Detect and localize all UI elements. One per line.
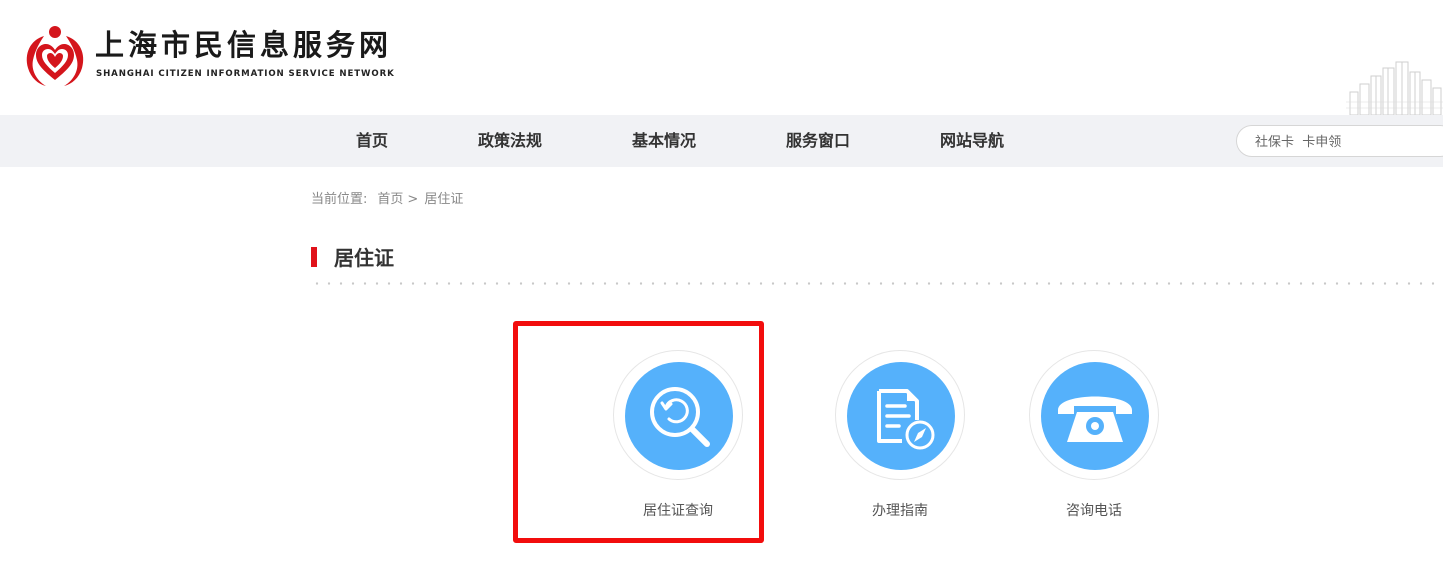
search-box — [1236, 125, 1443, 157]
tile-ring — [1029, 350, 1159, 480]
tile-icon-circle — [847, 362, 955, 470]
breadcrumb: 当前位置: 首页 > 居住证 — [311, 191, 463, 209]
nav-item-home[interactable]: 首页 — [356, 115, 388, 167]
tile-label: 办理指南 — [872, 503, 928, 519]
dotted-divider — [311, 282, 1443, 285]
document-compass-icon — [877, 389, 935, 450]
tile-icon-circle — [625, 362, 733, 470]
nav-item-basic-info[interactable]: 基本情况 — [632, 115, 696, 167]
tile-label: 居住证查询 — [643, 503, 713, 519]
search-refresh-icon — [650, 387, 710, 447]
logo-icon[interactable] — [22, 24, 88, 88]
tile-ring — [835, 350, 965, 480]
nav-item-site-nav[interactable]: 网站导航 — [940, 115, 1004, 167]
breadcrumb-current: 居住证 — [424, 192, 464, 207]
breadcrumb-prefix: 当前位置: — [311, 192, 368, 207]
main-nav: 首页 政策法规 基本情况 服务窗口 网站导航 — [0, 115, 1443, 167]
page-title: 居住证 — [334, 246, 394, 270]
breadcrumb-separator: > — [407, 192, 419, 207]
tile-label: 咨询电话 — [1066, 503, 1122, 519]
site-title: 上海市民信息服务网 — [95, 28, 393, 62]
nav-item-policy[interactable]: 政策法规 — [478, 115, 542, 167]
telephone-icon — [1058, 396, 1132, 442]
city-skyline-decoration — [1346, 61, 1443, 115]
nav-item-service-window[interactable]: 服务窗口 — [786, 115, 850, 167]
tile-icon-circle — [1041, 362, 1149, 470]
search-input[interactable] — [1255, 132, 1435, 152]
site-header: 上海市民信息服务网 SHANGHAI CITIZEN INFORMATION S… — [0, 0, 1443, 115]
breadcrumb-home-link[interactable]: 首页 — [377, 191, 403, 209]
tile-ring — [613, 350, 743, 480]
site-subtitle: SHANGHAI CITIZEN INFORMATION SERVICE NET… — [96, 69, 395, 79]
section-title-marker — [311, 247, 317, 267]
